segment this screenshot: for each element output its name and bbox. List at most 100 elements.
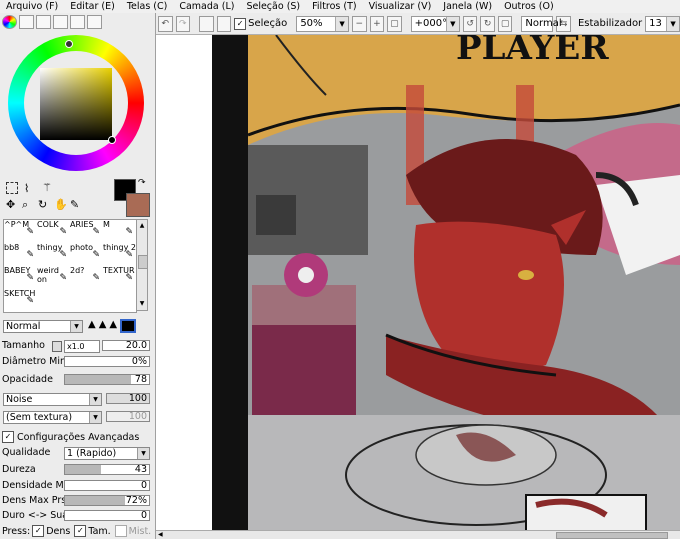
menu-item[interactable]: Visualizar (V): [363, 1, 438, 13]
selection-checkbox[interactable]: ✓: [234, 17, 247, 30]
texture2-strength-slider[interactable]: 100: [106, 411, 150, 422]
brush-icon: ✎: [26, 250, 34, 260]
texture-strength-slider[interactable]: 100: [106, 393, 150, 404]
zoom-select[interactable]: 50% ▼: [296, 15, 350, 32]
brush-scrollbar[interactable]: ▲ ▼: [136, 219, 148, 311]
brush-slot[interactable]: ^P^M ✎: [4, 220, 37, 238]
hsv-slider-tab[interactable]: [36, 15, 51, 29]
menu-item[interactable]: Filtros (T): [306, 1, 362, 13]
menu-item[interactable]: Seleção (S): [240, 1, 306, 13]
scratchpad-tab[interactable]: [70, 15, 85, 29]
brush-slot[interactable]: [37, 289, 70, 307]
size-slider[interactable]: 20.0: [102, 340, 150, 351]
rotate-icon[interactable]: ↻: [38, 198, 47, 211]
stabilizer-select[interactable]: 13 ▼: [645, 15, 680, 32]
shape-medium-icon[interactable]: ▲: [99, 319, 107, 333]
size-lock-icon[interactable]: [52, 341, 62, 352]
tools-area: ⌇ ⚚ ✥ ⌕ ↻ ✋ ✎: [4, 180, 104, 214]
blend-mode-select[interactable]: Normal ▼: [3, 320, 83, 333]
color-saturation-square[interactable]: [40, 68, 112, 140]
menu-item[interactable]: Arquivo (F): [0, 1, 64, 13]
menu-item[interactable]: Janela (W): [437, 1, 498, 13]
brush-slot[interactable]: COLK ✎: [37, 220, 70, 238]
size-label: Tamanho: [2, 340, 45, 351]
hand-icon[interactable]: ✋: [54, 198, 68, 211]
brush-slot[interactable]: photo ✎: [70, 243, 103, 261]
brush-slot[interactable]: [70, 289, 103, 307]
advanced-row[interactable]: ✓ Configurações Avançadas: [2, 431, 152, 443]
zoom-in-button[interactable]: +: [369, 15, 385, 32]
advanced-checkbox[interactable]: ✓: [2, 431, 14, 443]
rotation-value: +000°: [414, 17, 448, 29]
selection-label: Seleção: [248, 18, 288, 29]
brush-slot[interactable]: 2d? ✎: [70, 266, 103, 284]
rotate-reset-button[interactable]: ▢: [497, 15, 513, 32]
opacity-slider[interactable]: 78: [64, 374, 150, 385]
rotation-select[interactable]: +000° ▼: [410, 15, 460, 32]
rotate-left-button[interactable]: ↺: [462, 15, 478, 32]
menu-item[interactable]: Telas (C): [121, 1, 174, 13]
lasso-icon[interactable]: ⌇: [24, 182, 29, 195]
brush-slot[interactable]: thingy ✎: [37, 243, 70, 261]
zoom-out-button[interactable]: −: [352, 15, 367, 32]
rect-select-icon[interactable]: [6, 182, 18, 194]
invert-selection-button[interactable]: [216, 15, 232, 32]
min-diameter-slider[interactable]: 0%: [64, 356, 150, 367]
zoom-reset-button[interactable]: ▢: [387, 15, 402, 32]
shape-hard-icon[interactable]: ▲: [88, 319, 96, 333]
hard-soft-slider[interactable]: 0: [64, 510, 150, 521]
brush-slot[interactable]: [103, 289, 136, 307]
brush-slot[interactable]: thingy 2 ✎: [103, 243, 136, 261]
brush-slot[interactable]: ARIES ✎: [70, 220, 103, 238]
horizontal-scrollbar[interactable]: ◀: [156, 530, 680, 539]
rotate-right-button[interactable]: ↻: [480, 15, 495, 32]
blend-normal-select[interactable]: Normal: [521, 15, 562, 32]
hard-soft-value: 0: [140, 510, 147, 521]
size-multiplier[interactable]: x1.0: [64, 340, 100, 353]
pressure-size-checkbox[interactable]: ✓: [74, 525, 87, 537]
brush-slot[interactable]: SKETCH ✎: [4, 289, 37, 307]
drawing-canvas[interactable]: PLAYER: [156, 35, 680, 539]
mixer-tab[interactable]: [87, 15, 102, 29]
hue-marker[interactable]: [65, 40, 73, 48]
menu-item[interactable]: Camada (L): [173, 1, 240, 13]
menu-item[interactable]: Editar (E): [64, 1, 121, 13]
shape-soft-icon[interactable]: ▲: [109, 319, 117, 333]
quality-label: Qualidade: [2, 447, 51, 458]
deselect-button[interactable]: [199, 15, 214, 32]
max-density-slider[interactable]: 72%: [64, 495, 150, 506]
brush-slot[interactable]: BABEY ✎: [4, 266, 37, 284]
secondary-color-swatch[interactable]: [126, 193, 150, 217]
texture-select[interactable]: Noise ▼: [3, 393, 102, 406]
min-density-slider[interactable]: 0: [64, 480, 150, 491]
menu-item[interactable]: Outros (O): [498, 1, 560, 13]
blend-mode-value: Normal: [6, 321, 41, 332]
brush-slot[interactable]: weird on ✎: [37, 266, 70, 284]
magic-wand-icon[interactable]: ⚚: [42, 181, 52, 194]
banner-text: PLAYER: [456, 35, 609, 68]
brush-slot[interactable]: bb8 ✎: [4, 243, 37, 261]
eyedropper-icon[interactable]: ✎: [70, 198, 79, 211]
brush-slot[interactable]: TEXTUR ✎: [103, 266, 136, 284]
brush-slot[interactable]: M ✎: [103, 220, 136, 238]
hardness-slider[interactable]: 43: [64, 464, 150, 475]
saturation-marker[interactable]: [108, 136, 116, 144]
brush-icon: ✎: [59, 250, 67, 260]
redo-button[interactable]: ↷: [175, 15, 191, 32]
chevron-down-icon: ▼: [70, 321, 82, 332]
stabilizer-label: Estabilizador: [577, 18, 643, 29]
texture2-select[interactable]: (Sem textura) ▼: [3, 411, 102, 424]
color-wheel-tab[interactable]: [2, 15, 17, 29]
pressure-blend-checkbox[interactable]: [114, 525, 127, 537]
undo-button[interactable]: ↶: [158, 15, 173, 32]
swap-colors-icon[interactable]: ↷: [138, 178, 146, 188]
shape-square-icon[interactable]: [120, 319, 137, 333]
pressure-density-checkbox[interactable]: ✓: [32, 525, 45, 537]
selection-toggle[interactable]: ✓ Seleção: [234, 17, 288, 30]
zoom-icon[interactable]: ⌕: [22, 198, 28, 212]
tool-panel: ⌇ ⚚ ✥ ⌕ ↻ ✋ ✎ ↷ ^P^M ✎ COLK ✎ ARIES ✎ M ✎ bb8 ✎ th…: [0, 13, 156, 539]
swatches-tab[interactable]: [53, 15, 68, 29]
move-icon[interactable]: ✥: [6, 198, 15, 211]
quality-select[interactable]: 1 (Rapido) ▼: [64, 447, 150, 460]
rgb-slider-tab[interactable]: [19, 15, 34, 29]
